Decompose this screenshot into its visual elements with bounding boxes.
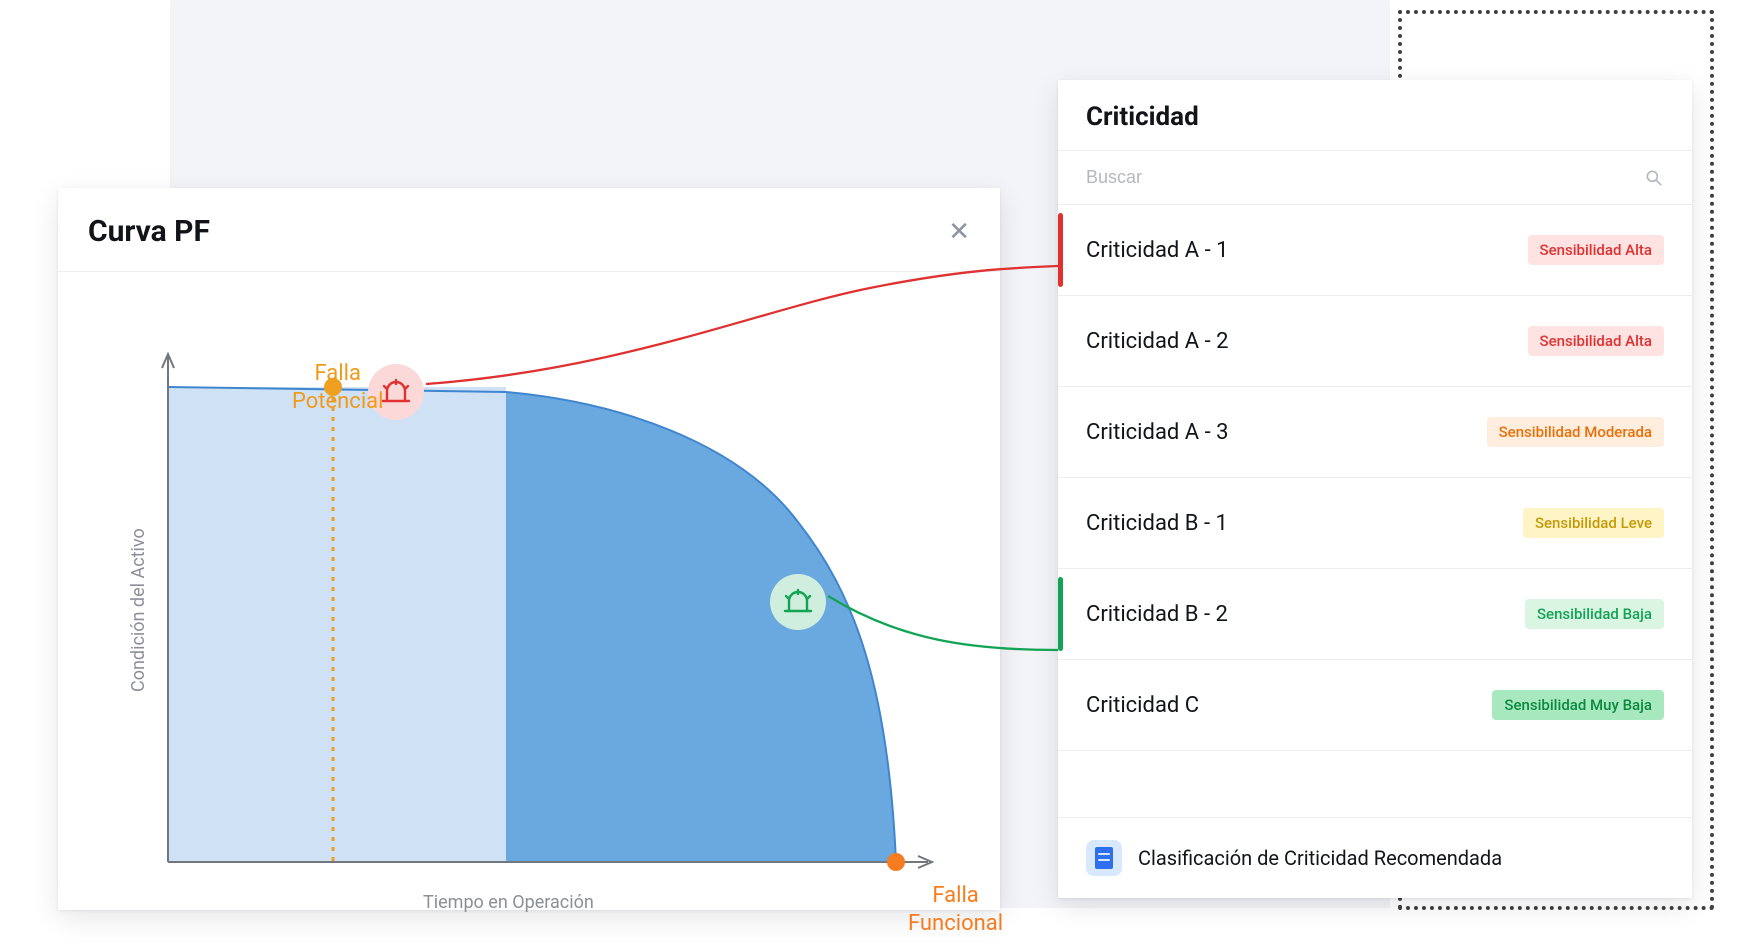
document-icon — [1086, 840, 1122, 876]
criticality-row-label: Criticidad B - 1 — [1086, 511, 1228, 536]
criticality-row-label: Criticidad A - 3 — [1086, 420, 1228, 445]
functional-failure-label: FallaFuncional — [908, 882, 1003, 937]
sensitivity-badge: Sensibilidad Leve — [1523, 508, 1664, 538]
criticality-footer[interactable]: Clasificación de Criticidad Recomendada — [1058, 817, 1692, 898]
criticality-list: Criticidad A - 1Sensibilidad AltaCritici… — [1058, 205, 1692, 817]
search-icon — [1644, 168, 1664, 188]
sensitivity-badge: Sensibilidad Baja — [1525, 599, 1664, 629]
criticality-row-label: Criticidad A - 1 — [1086, 238, 1228, 263]
criticality-card: Criticidad Criticidad A - 1 Sensibilidad … — [1058, 80, 1692, 898]
criticality-row[interactable]: Criticidad B - 2 Sensibilidad Baja — [1058, 569, 1692, 660]
y-axis-label: Condición del Activo — [128, 528, 149, 692]
criticality-row[interactable]: Criticidad C Sensibilidad Muy Baja — [1058, 660, 1692, 751]
criticality-search-row — [1058, 151, 1692, 205]
criticality-row[interactable]: Criticidad A - 3 Sensibilidad Moderada — [1058, 387, 1692, 478]
sensitivity-badge: Sensibilidad Alta — [1528, 326, 1664, 356]
sensitivity-badge: Sensibilidad Moderada — [1487, 417, 1664, 447]
criticality-row[interactable]: Criticidad B - 1 Sensibilidad Leve — [1058, 478, 1692, 569]
pf-title: Curva PF — [88, 214, 210, 249]
pf-curve-card: Curva PF ✕ — [58, 188, 1000, 910]
search-input[interactable] — [1086, 167, 1606, 188]
criticality-row[interactable]: Criticidad A - 1 Sensibilidad Alta — [1058, 205, 1692, 296]
sensitivity-badge: Sensibilidad Alta — [1528, 235, 1664, 265]
criticality-row-label: Criticidad B - 2 — [1086, 602, 1228, 627]
potential-failure-label: FallaPotencial — [292, 360, 383, 415]
criticality-row-label: Criticidad A - 2 — [1086, 329, 1228, 354]
x-axis-label: Tiempo en Operación — [423, 892, 594, 913]
criticality-footer-label: Clasificación de Criticidad Recomendada — [1138, 846, 1502, 870]
pf-curve-chart — [118, 302, 958, 942]
criticality-row[interactable]: Criticidad A - 2 Sensibilidad Alta — [1058, 296, 1692, 387]
close-icon[interactable]: ✕ — [948, 219, 970, 245]
criticality-row-label: Criticidad C — [1086, 693, 1199, 718]
criticality-title: Criticidad — [1086, 102, 1664, 132]
sensitivity-badge: Sensibilidad Muy Baja — [1492, 690, 1664, 720]
